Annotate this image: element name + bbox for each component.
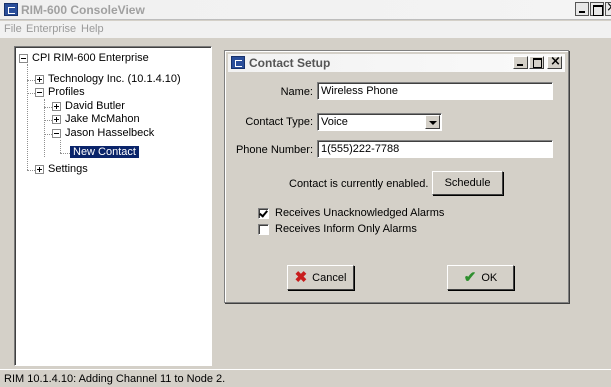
dialog-close-button[interactable] xyxy=(547,54,562,69)
contact-status-text: Contact is currently enabled. xyxy=(289,178,429,190)
title-bar: RIM-600 ConsoleView xyxy=(0,0,611,20)
tree-node-label: David Butler xyxy=(65,100,125,112)
cancel-button[interactable]: ✖ Cancel xyxy=(287,265,354,290)
dialog-minimize-button[interactable] xyxy=(513,56,528,69)
contact-type-value: Voice xyxy=(321,116,348,128)
schedule-button[interactable]: Schedule xyxy=(432,171,503,195)
dialog-title-bar[interactable]: Contact Setup xyxy=(228,54,565,72)
phone-number-field[interactable]: 1(555)222-7788 xyxy=(317,140,553,158)
expand-icon[interactable] xyxy=(52,115,61,124)
dropdown-arrow-icon[interactable] xyxy=(425,115,440,129)
contact-type-label: Contact Type: xyxy=(245,116,313,128)
tree-connector xyxy=(27,80,35,81)
name-label: Name: xyxy=(280,86,313,98)
menu-help[interactable]: Help xyxy=(81,23,104,35)
collapse-icon[interactable] xyxy=(52,129,61,138)
dialog-icon xyxy=(231,56,245,69)
unacknowledged-alarms-checkbox[interactable] xyxy=(258,208,269,219)
tree-connector xyxy=(44,120,52,121)
maximize-button[interactable] xyxy=(590,2,604,16)
tree-node-label: Jake McMahon xyxy=(65,113,140,125)
inform-only-alarms-checkbox[interactable] xyxy=(258,224,269,235)
tree-node-label: Technology Inc. (10.1.4.10) xyxy=(48,73,181,85)
menu-bar: File Enterprise Help xyxy=(0,21,611,38)
expand-icon[interactable] xyxy=(52,102,61,111)
tree-node-label: Jason Hasselbeck xyxy=(65,127,155,139)
schedule-button-label: Schedule xyxy=(444,177,491,189)
app-icon xyxy=(4,3,18,16)
ok-button-label: OK xyxy=(481,271,498,284)
tree-node-label-selected: New Contact xyxy=(70,146,139,158)
phone-number-label: Phone Number: xyxy=(235,144,313,156)
contact-type-select[interactable]: Voice xyxy=(317,113,442,131)
tree-connector xyxy=(27,170,35,171)
tree-connector xyxy=(27,93,35,94)
tree-node-label: Settings xyxy=(48,163,88,175)
collapse-icon[interactable] xyxy=(19,54,28,63)
dialog-title: Contact Setup xyxy=(249,56,331,70)
main-window: RIM-600 ConsoleView File Enterprise Help… xyxy=(0,0,611,387)
tree-connector xyxy=(60,140,61,153)
tree-connector xyxy=(44,107,52,108)
tree-connector xyxy=(44,134,52,135)
contact-setup-dialog: Contact Setup Name: Wireless Phone Conta… xyxy=(224,50,569,303)
cancel-button-label: Cancel xyxy=(312,271,347,284)
window-title: RIM-600 ConsoleView xyxy=(21,3,145,17)
name-field[interactable]: Wireless Phone xyxy=(317,82,553,100)
tree-node-label: CPI RIM-600 Enterprise xyxy=(32,52,149,64)
cancel-x-icon: ✖ xyxy=(294,269,308,286)
ok-checkmark-icon: ✔ xyxy=(463,269,477,286)
status-bar: RIM 10.1.4.10: Adding Channel 11 to Node… xyxy=(0,369,611,387)
dialog-window-controls xyxy=(512,54,562,69)
ok-button[interactable]: ✔ OK xyxy=(447,265,514,290)
expand-icon[interactable] xyxy=(35,75,44,84)
collapse-icon[interactable] xyxy=(35,88,44,97)
close-button[interactable] xyxy=(605,2,611,16)
minimize-button[interactable] xyxy=(575,2,589,16)
expand-icon[interactable] xyxy=(35,165,44,174)
tree-node-label: Profiles xyxy=(48,86,85,98)
status-text: RIM 10.1.4.10: Adding Channel 11 to Node… xyxy=(4,373,226,385)
dialog-maximize-button[interactable] xyxy=(529,56,544,69)
enterprise-tree[interactable]: CPI RIM-600 Enterprise Technology Inc. (… xyxy=(14,46,212,366)
menu-enterprise[interactable]: Enterprise xyxy=(26,23,76,35)
unacknowledged-alarms-label: Receives Unacknowledged Alarms xyxy=(275,207,445,219)
window-controls xyxy=(574,2,611,17)
menu-file[interactable]: File xyxy=(4,23,22,35)
inform-only-alarms-label: Receives Inform Only Alarms xyxy=(275,223,417,235)
tree-connector xyxy=(60,153,70,154)
